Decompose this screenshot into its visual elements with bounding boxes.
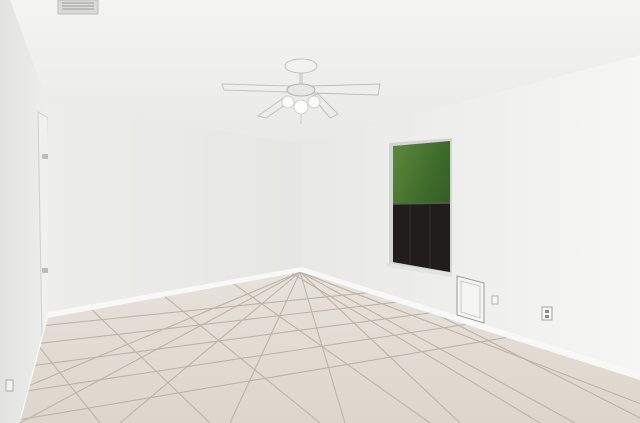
room-photo — [0, 0, 640, 423]
room-illustration — [0, 0, 640, 423]
floor-vent — [456, 275, 485, 324]
wall-outlet — [541, 306, 553, 321]
ceiling-vent — [57, 0, 99, 15]
window — [387, 138, 452, 277]
